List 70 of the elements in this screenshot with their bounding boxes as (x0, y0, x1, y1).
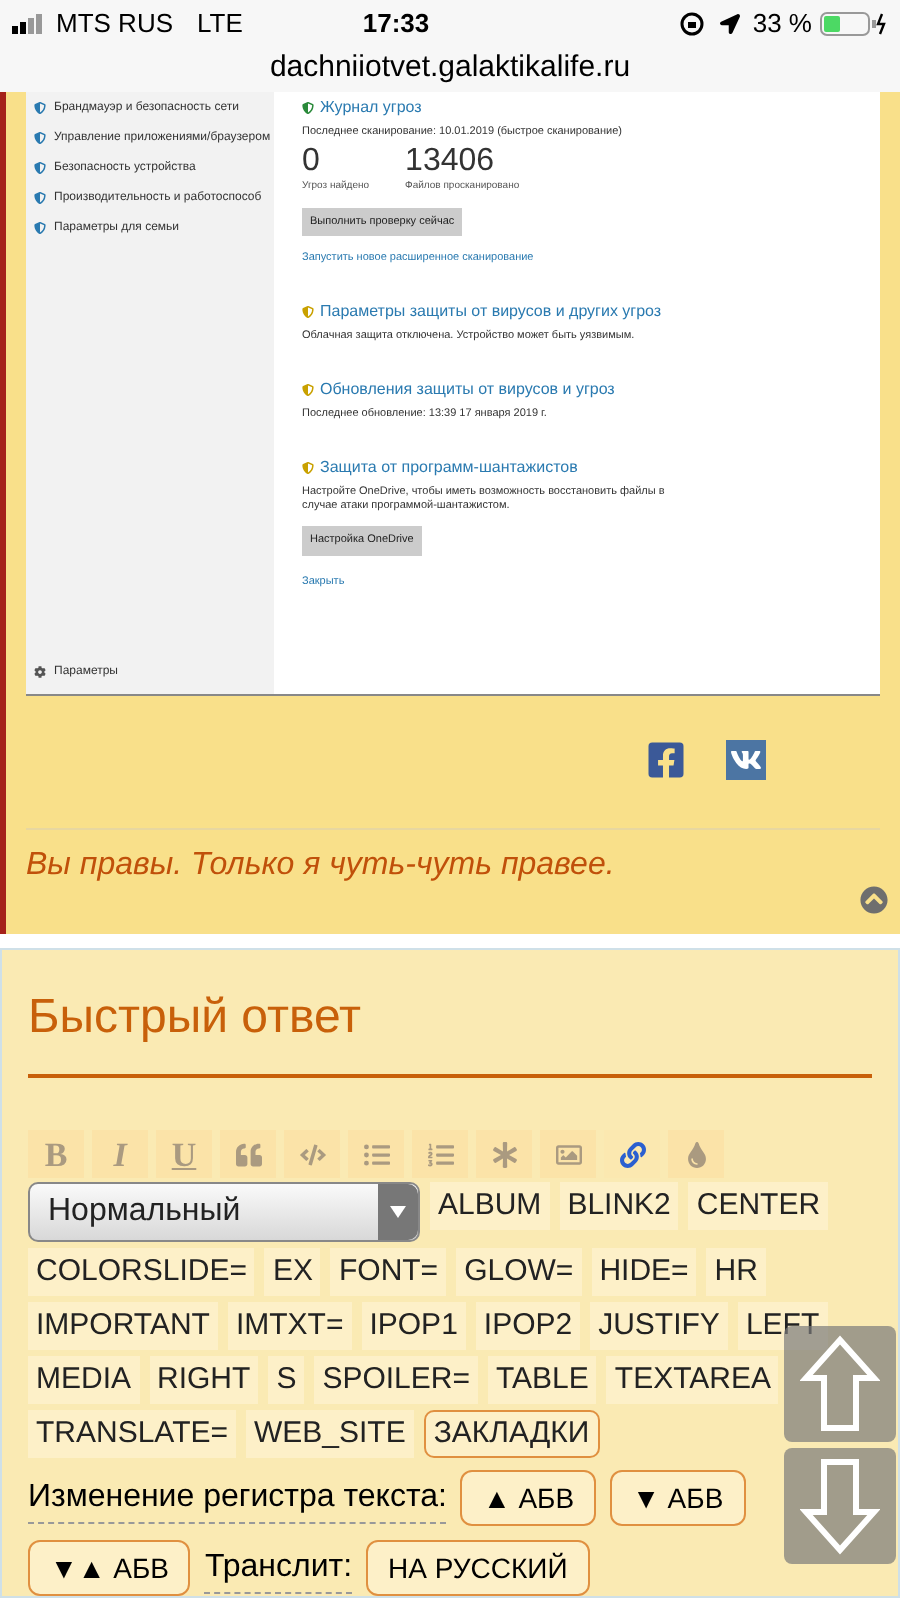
section-title: Обновления защиты от вирусов и угроз (320, 378, 615, 403)
tag-button[interactable]: TRANSLATE= (28, 1410, 236, 1458)
gear-icon (34, 666, 46, 678)
case-button[interactable]: ▼▲ АБВ (28, 1540, 191, 1596)
signal-icon (12, 14, 48, 34)
tag-button[interactable]: ALBUM (430, 1182, 550, 1230)
tag-button[interactable]: IPOP1 (361, 1302, 466, 1350)
sidebar-icon (34, 221, 46, 233)
link-icon[interactable] (619, 1141, 645, 1167)
tag-button[interactable]: EX (264, 1248, 321, 1296)
tag-button[interactable]: IMTXT= (227, 1302, 352, 1350)
tag-button[interactable]: TABLE (488, 1356, 597, 1404)
asterisk-icon[interactable] (491, 1141, 517, 1167)
tag-button[interactable]: COLORSLIDE= (28, 1248, 255, 1296)
numbered-list-icon[interactable] (427, 1141, 453, 1167)
tag-button[interactable]: MEDIA (28, 1356, 140, 1404)
style-select[interactable]: Нормальный (28, 1182, 420, 1242)
section-icon (302, 306, 314, 319)
tag-button[interactable]: FONT= (330, 1248, 447, 1296)
sidebar-icon (34, 191, 46, 203)
battery-percent: 33 % (752, 6, 812, 43)
tag-button[interactable]: JUSTIFY (590, 1302, 728, 1350)
scroll-top-icon[interactable] (860, 886, 888, 914)
case-button[interactable]: ▼ АБВ (610, 1470, 746, 1526)
tag-button[interactable]: IMPORTANT (28, 1302, 218, 1350)
tag-button[interactable]: GLOW= (456, 1248, 582, 1296)
tag-button[interactable]: IPOP2 (475, 1302, 581, 1350)
case-label: Изменение регистра текста: (28, 1473, 447, 1523)
location-icon (720, 14, 741, 34)
tag-button[interactable]: TEXTAREA (606, 1356, 779, 1404)
carrier-name: MTS RUS (56, 6, 173, 43)
signature-text: Вы правы. Только я чуть-чуть правее. (26, 848, 615, 882)
sidebar-icon (34, 131, 46, 143)
tag-button[interactable]: WEB_SITE (246, 1410, 414, 1458)
rotation-lock-icon (680, 12, 705, 36)
sidebar-icon (34, 161, 46, 173)
tag-button[interactable]: SPOILER= (314, 1356, 478, 1404)
battery-icon (820, 12, 888, 36)
code-icon[interactable] (299, 1141, 325, 1167)
tag-button[interactable]: RIGHT (149, 1356, 259, 1404)
case-button[interactable]: ▲ АБВ (460, 1470, 597, 1526)
section-title: Параметры защиты от вирусов и других угроз (320, 300, 662, 325)
tag-button[interactable]: HR (706, 1248, 766, 1296)
quick-reply-title: Быстрый ответ (28, 982, 872, 1078)
translit-label: Транслит: (204, 1543, 353, 1593)
section-icon (302, 462, 314, 475)
quote-icon[interactable] (235, 1141, 261, 1167)
bullet-list-icon[interactable] (363, 1141, 389, 1167)
image-icon[interactable] (555, 1141, 581, 1167)
vk-icon[interactable] (726, 740, 766, 780)
section-title: Журнал угроз (320, 100, 422, 116)
tag-button[interactable]: BLINK2 (559, 1182, 679, 1230)
stat-value: 13406 (405, 144, 497, 180)
clock: 17:33 (362, 6, 430, 43)
section-icon (302, 384, 314, 397)
tag-button[interactable]: S (268, 1356, 305, 1404)
drop-icon[interactable] (683, 1141, 709, 1167)
translit-button[interactable]: НА РУССКИЙ (366, 1540, 590, 1596)
sidebar-icon (34, 101, 46, 113)
dropdown-arrow-icon (390, 1206, 406, 1218)
tag-button[interactable]: ЗАКЛАДКИ (423, 1410, 600, 1458)
scroll-down-button[interactable] (784, 1448, 896, 1564)
section-title: Защита от программ-шантажистов (320, 456, 578, 481)
history-icon (302, 102, 314, 114)
facebook-icon[interactable] (646, 740, 686, 780)
address-bar[interactable]: dachniiotvet.galaktikalife.ru (0, 48, 900, 88)
network-type: LTE (197, 6, 243, 43)
stat-value: 0 (302, 144, 322, 181)
tag-button[interactable]: HIDE= (591, 1248, 697, 1296)
tag-button[interactable]: CENTER (688, 1182, 829, 1230)
